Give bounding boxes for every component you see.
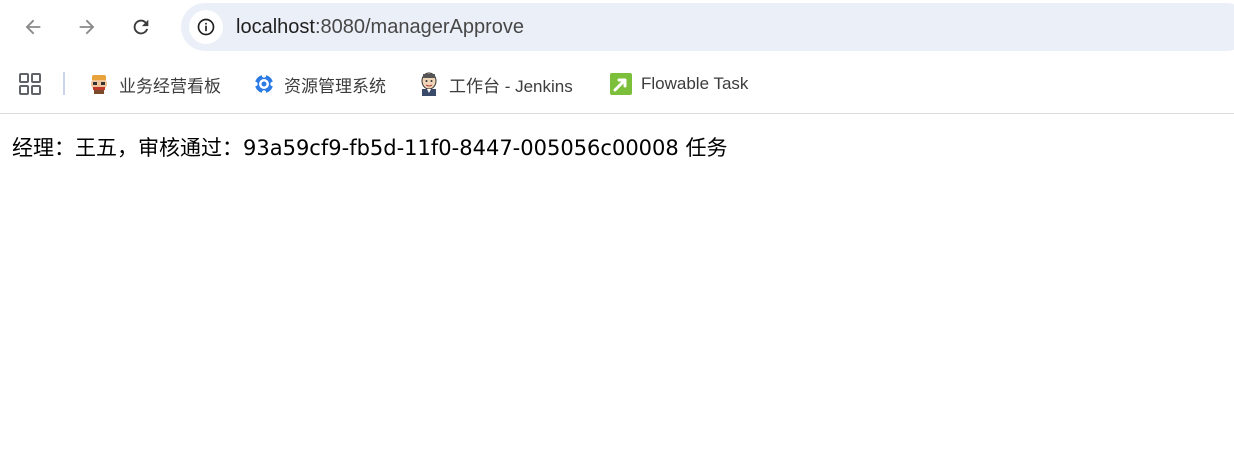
- arrow-right-icon: [79, 19, 95, 35]
- bookmark-resource-management[interactable]: 资源管理系统: [252, 70, 386, 98]
- bookmarks-separator: [63, 72, 65, 95]
- url-path: :8080/managerApprove: [314, 16, 524, 38]
- reload-icon: [133, 19, 149, 35]
- bookmark-jenkins[interactable]: 工作台 - Jenkins: [417, 70, 573, 98]
- gear-icon: [252, 72, 276, 96]
- info-icon: [197, 18, 215, 36]
- address-bar[interactable]: localhost:8080/managerApprove: [181, 3, 1234, 51]
- site-info-button[interactable]: [189, 10, 223, 44]
- bookmark-flowable-task[interactable]: Flowable Task: [609, 70, 748, 98]
- url-host: localhost: [236, 16, 315, 38]
- forward-button[interactable]: [69, 9, 105, 45]
- bookmark-label: 资源管理系统: [284, 76, 386, 96]
- apps-button[interactable]: [18, 72, 42, 96]
- apps-grid-icon: [19, 73, 41, 95]
- bookmark-label: Flowable Task: [641, 74, 749, 93]
- page-message: 经理：王五，审核通过：93a59cf9-fb5d-11f0-8447-00505…: [12, 136, 728, 160]
- reload-button[interactable]: [123, 9, 159, 45]
- bookmarks-bar: 业务经营看板 资源管理系统 工作台 - Jenkins Flowable Tas…: [0, 55, 1234, 114]
- back-button[interactable]: [15, 9, 51, 45]
- bookmark-label: 业务经营看板: [119, 76, 221, 96]
- url-text[interactable]: localhost:8080/managerApprove: [236, 16, 524, 39]
- pixel-character-icon: [87, 72, 111, 96]
- bookmark-label: 工作台 - Jenkins: [449, 76, 573, 96]
- flowable-arrow-icon: [609, 72, 633, 96]
- browser-toolbar: localhost:8080/managerApprove: [0, 0, 1234, 55]
- arrow-left-icon: [25, 19, 41, 35]
- bookmark-business-dashboard[interactable]: 业务经营看板: [87, 70, 221, 98]
- jenkins-butler-icon: [417, 72, 441, 96]
